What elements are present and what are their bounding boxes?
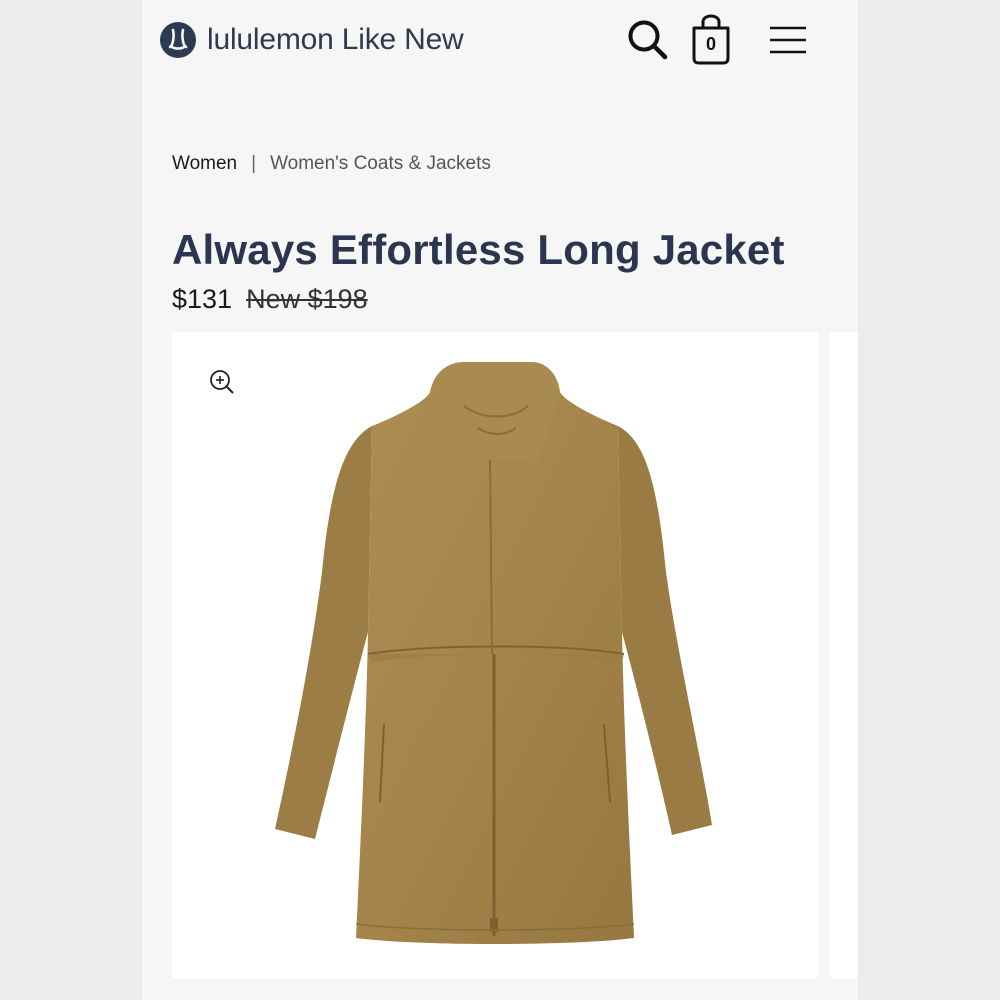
jacket-product-image bbox=[275, 362, 712, 944]
breadcrumb-coats-jackets-link[interactable]: Women's Coats & Jackets bbox=[270, 153, 491, 175]
zoom-in-icon bbox=[210, 370, 234, 394]
sale-price: $131 bbox=[172, 284, 233, 314]
lululemon-logo-icon bbox=[160, 22, 196, 58]
hamburger-menu-icon bbox=[770, 26, 806, 54]
breadcrumb-separator: | bbox=[251, 153, 257, 174]
menu-button[interactable] bbox=[768, 24, 808, 56]
search-icon bbox=[628, 20, 668, 60]
brand-home-link[interactable]: lululemon Like New bbox=[160, 20, 464, 60]
bag-count: 0 bbox=[705, 34, 716, 54]
breadcrumb-women-link[interactable]: Women bbox=[172, 153, 237, 175]
right-margin bbox=[858, 0, 1000, 1000]
breadcrumb: Women | Women's Coats & Jackets bbox=[172, 153, 491, 175]
left-margin bbox=[0, 0, 142, 1000]
shopping-bag-button[interactable]: 0 bbox=[690, 10, 732, 66]
search-button[interactable] bbox=[624, 16, 672, 64]
zoom-button[interactable] bbox=[208, 368, 236, 396]
product-title: Always Effortless Long Jacket bbox=[172, 226, 785, 273]
brand-name: lululemon Like New bbox=[207, 23, 464, 56]
product-page: lululemon Like New 0 Women | Women's Coa… bbox=[142, 0, 858, 1000]
original-price: New $198 bbox=[246, 284, 368, 314]
next-image-panel[interactable] bbox=[830, 332, 858, 978]
price-block: $131 New $198 bbox=[172, 284, 368, 315]
product-image-panel[interactable] bbox=[172, 332, 818, 978]
